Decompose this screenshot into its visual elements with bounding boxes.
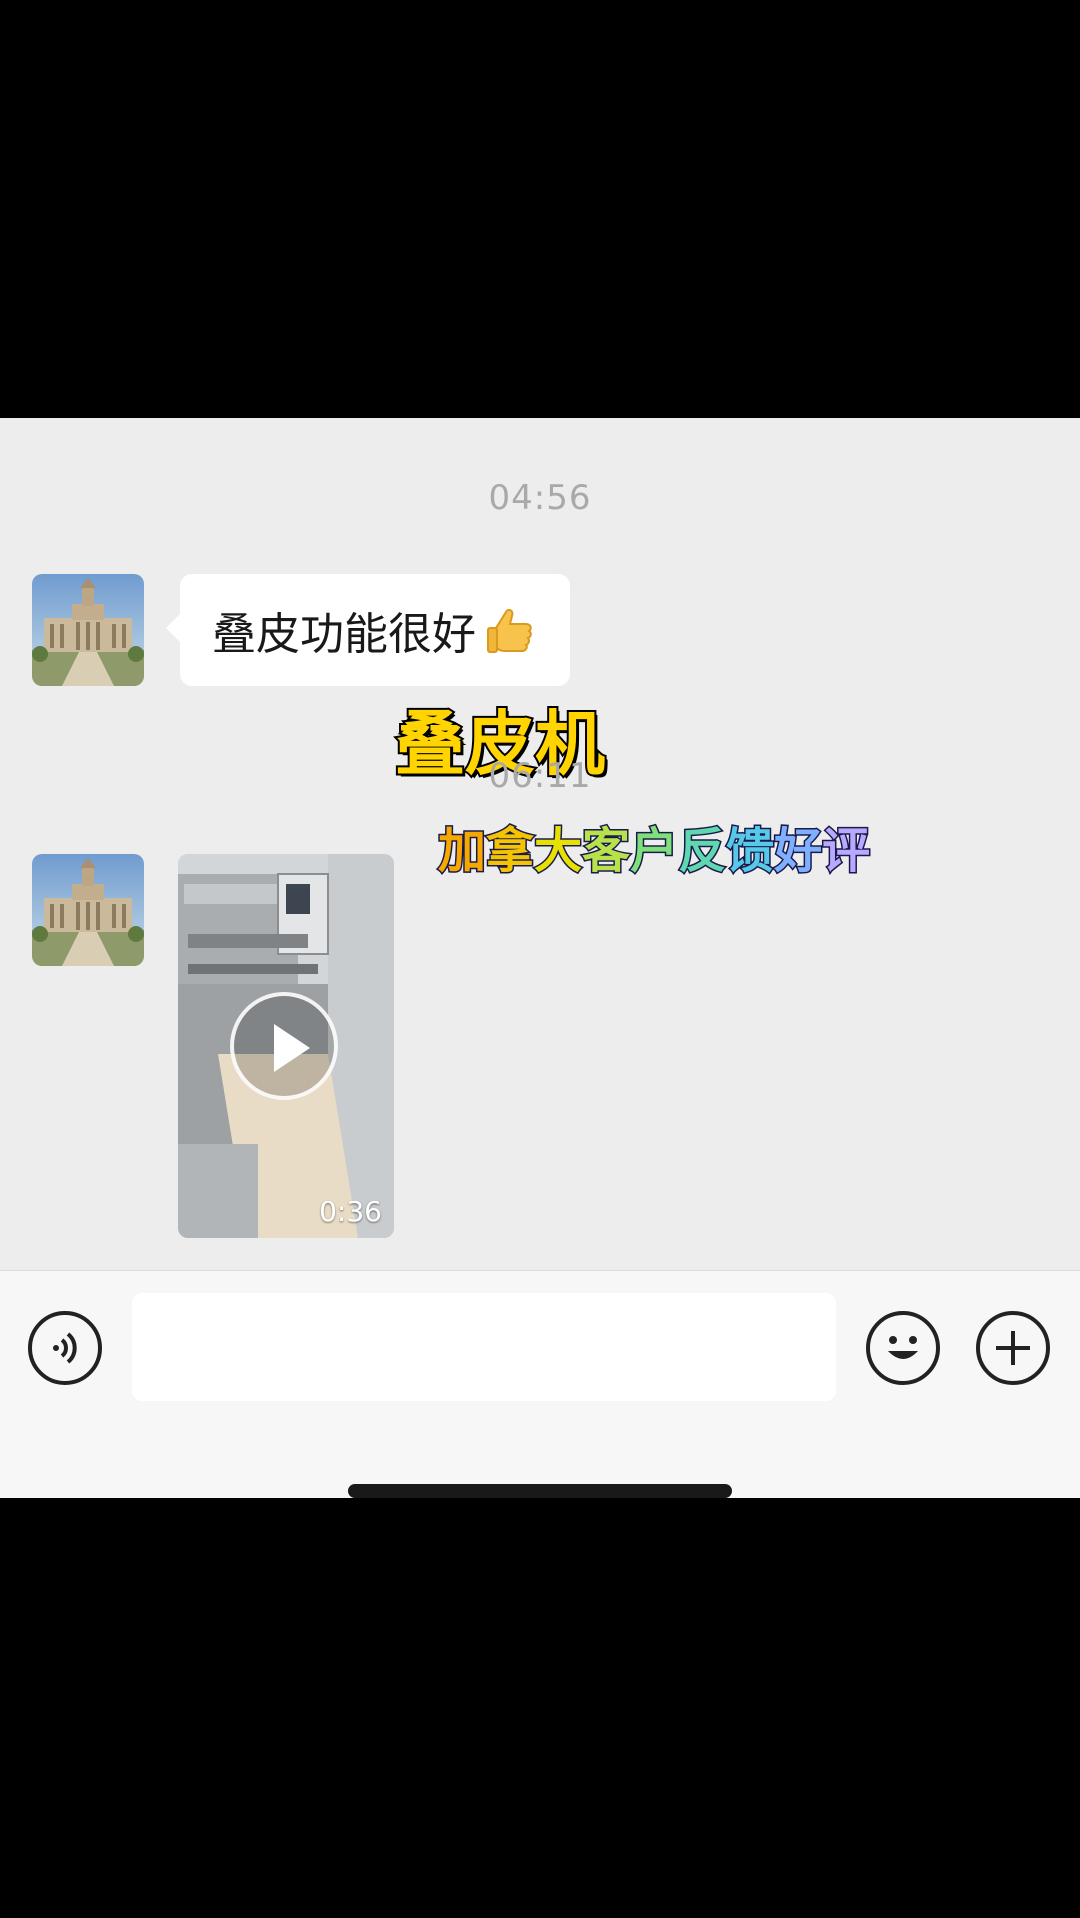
message-text: 叠皮功能很好 bbox=[212, 609, 476, 660]
message-input[interactable] bbox=[132, 1293, 836, 1401]
avatar[interactable] bbox=[32, 574, 144, 686]
video-message[interactable]: 0:36 bbox=[178, 854, 394, 1238]
subtitle-char: 好 bbox=[773, 822, 824, 881]
voice-button[interactable] bbox=[28, 1311, 102, 1385]
chat-screen: 04:56 叠皮功能很好 叠皮机 06:11 加拿大客户反馈好评 0:36 bbox=[0, 418, 1080, 1498]
subtitle-char: 评 bbox=[821, 822, 872, 881]
overlay-subtitle: 加拿大客户反馈好评 bbox=[436, 811, 872, 881]
building-avatar-image bbox=[32, 574, 144, 686]
emoji-button[interactable] bbox=[866, 1311, 940, 1385]
timestamp: 06:11 bbox=[488, 756, 592, 796]
subtitle-char: 拿 bbox=[485, 822, 536, 881]
subtitle-char: 户 bbox=[629, 822, 680, 881]
subtitle-char: 客 bbox=[581, 822, 632, 881]
input-bar bbox=[0, 1270, 1080, 1498]
voice-icon bbox=[53, 1332, 77, 1364]
message-bubble[interactable]: 叠皮功能很好 bbox=[166, 574, 570, 686]
plus-icon bbox=[996, 1331, 1030, 1365]
subtitle-char: 馈 bbox=[725, 822, 776, 881]
smiley-icon bbox=[888, 1336, 918, 1359]
play-icon[interactable] bbox=[230, 992, 338, 1100]
add-button[interactable] bbox=[976, 1311, 1050, 1385]
timestamp: 04:56 bbox=[488, 478, 592, 518]
subtitle-char: 大 bbox=[533, 822, 584, 881]
subtitle-char: 反 bbox=[677, 822, 728, 881]
subtitle-char: 加 bbox=[436, 822, 487, 881]
home-indicator[interactable] bbox=[348, 1484, 732, 1498]
thumbs-up-icon bbox=[482, 602, 538, 658]
avatar[interactable] bbox=[32, 854, 144, 966]
building-avatar-image bbox=[32, 854, 144, 966]
video-duration: 0:36 bbox=[319, 1195, 382, 1228]
